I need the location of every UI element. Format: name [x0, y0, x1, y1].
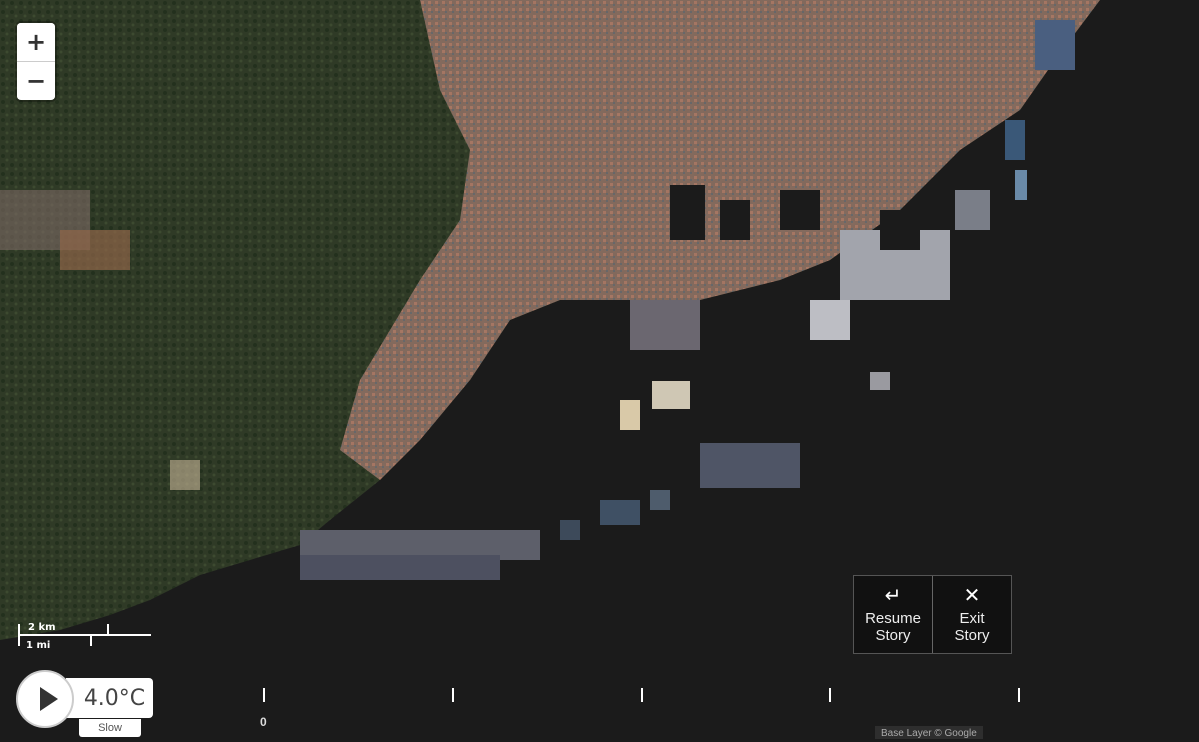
- timeline-tick: [1018, 688, 1020, 702]
- temperature-display: 4.0°C: [66, 678, 153, 718]
- timeline-start-label: 0: [260, 715, 267, 729]
- timeline-tick: [829, 688, 831, 702]
- map-canvas[interactable]: [0, 0, 1199, 739]
- story-controls: ↵ Resume Story ✕ Exit Story: [853, 575, 1012, 654]
- zoom-in-button[interactable]: +: [17, 23, 55, 61]
- speed-button[interactable]: Slow: [79, 719, 141, 737]
- exit-story-button[interactable]: ✕ Exit Story: [932, 576, 1011, 653]
- zoom-out-button[interactable]: −: [17, 61, 55, 99]
- exit-story-label: Exit Story: [954, 609, 990, 644]
- map-attribution: Base Layer © Google: [875, 726, 983, 739]
- resume-story-label: Resume Story: [865, 609, 921, 644]
- resume-story-button[interactable]: ↵ Resume Story: [854, 576, 932, 653]
- timeline-tick: [641, 688, 643, 702]
- timeline-tick: [452, 688, 454, 702]
- play-button[interactable]: [16, 670, 74, 728]
- scale-lines: [18, 624, 151, 646]
- close-icon: ✕: [963, 584, 981, 607]
- timeline-tick: [263, 688, 265, 702]
- zoom-control: + −: [17, 23, 55, 100]
- scale-bar: 2 km 1 mi: [18, 622, 153, 652]
- resume-icon: ↵: [884, 584, 902, 607]
